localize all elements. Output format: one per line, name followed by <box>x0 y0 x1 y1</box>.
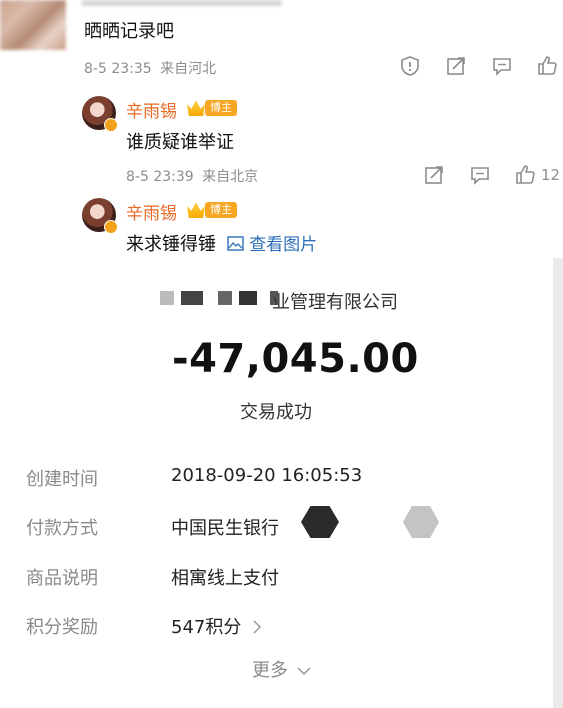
reply-author-name[interactable]: 辛雨锡 <box>126 97 177 122</box>
like-icon[interactable] <box>536 54 558 76</box>
reply-author-name[interactable]: 辛雨锡 <box>126 199 177 224</box>
detail-value-points[interactable]: 547积分 <box>171 617 241 638</box>
comment-icon[interactable] <box>469 164 491 186</box>
company-name: 业管理有限公司 <box>272 292 398 313</box>
transaction-status: 交易成功 <box>240 402 312 423</box>
view-image-label[interactable]: 查看图片 <box>249 235 317 255</box>
detail-value-payment-method: 中国民生银行 <box>171 518 279 539</box>
comment-meta: 8-5 23:35 来自河北 <box>84 58 216 78</box>
more-label[interactable]: 更多 <box>252 660 288 681</box>
detail-label-created: 创建时间 <box>26 469 98 490</box>
like-count: 12 <box>541 166 561 184</box>
report-icon[interactable] <box>399 55 421 77</box>
view-image-link[interactable]: 查看图片 <box>227 235 317 255</box>
crown-icon <box>187 100 205 116</box>
commenter-avatar[interactable] <box>0 0 66 50</box>
crown-icon <box>187 202 205 218</box>
verified-badge <box>104 118 118 132</box>
verified-badge <box>104 220 118 234</box>
more-button[interactable]: 更多 <box>252 656 311 682</box>
reply-time: 8-5 23:39 <box>126 169 194 185</box>
comment-time: 8-5 23:35 <box>84 61 152 77</box>
reply-text: 来求锤得锤 <box>126 234 216 255</box>
reply-line: 来求锤得锤 查看图片 <box>126 230 317 256</box>
like-icon[interactable] <box>514 163 536 185</box>
detail-value-created: 2018-09-20 16:05:53 <box>171 465 363 486</box>
points-row[interactable]: 547积分 <box>171 613 262 639</box>
chevron-right-icon <box>253 620 262 634</box>
reply-location: 来自北京 <box>202 169 259 185</box>
detail-label-description: 商品说明 <box>26 568 98 589</box>
blogger-badge: 博主 <box>205 100 237 116</box>
reply-text: 谁质疑谁举证 <box>126 132 234 153</box>
detail-label-points: 积分奖励 <box>26 617 98 638</box>
comment-icon[interactable] <box>491 55 513 77</box>
blogger-badge: 博主 <box>205 202 237 218</box>
card-edge-shadow <box>553 258 563 708</box>
transaction-amount: -47,045.00 <box>172 336 419 382</box>
share-icon[interactable] <box>423 164 445 186</box>
blurred-text-strip <box>82 0 282 6</box>
image-icon <box>227 236 244 251</box>
reply-meta: 8-5 23:39 来自北京 <box>126 166 258 186</box>
detail-value-description: 相寓线上支付 <box>171 568 279 589</box>
detail-label-payment-method: 付款方式 <box>26 518 98 539</box>
chevron-down-icon <box>297 667 311 676</box>
company-redaction <box>160 290 279 309</box>
comment-location: 来自河北 <box>160 61 217 77</box>
share-icon[interactable] <box>445 55 467 77</box>
comment-text: 晒晒记录吧 <box>84 21 174 42</box>
